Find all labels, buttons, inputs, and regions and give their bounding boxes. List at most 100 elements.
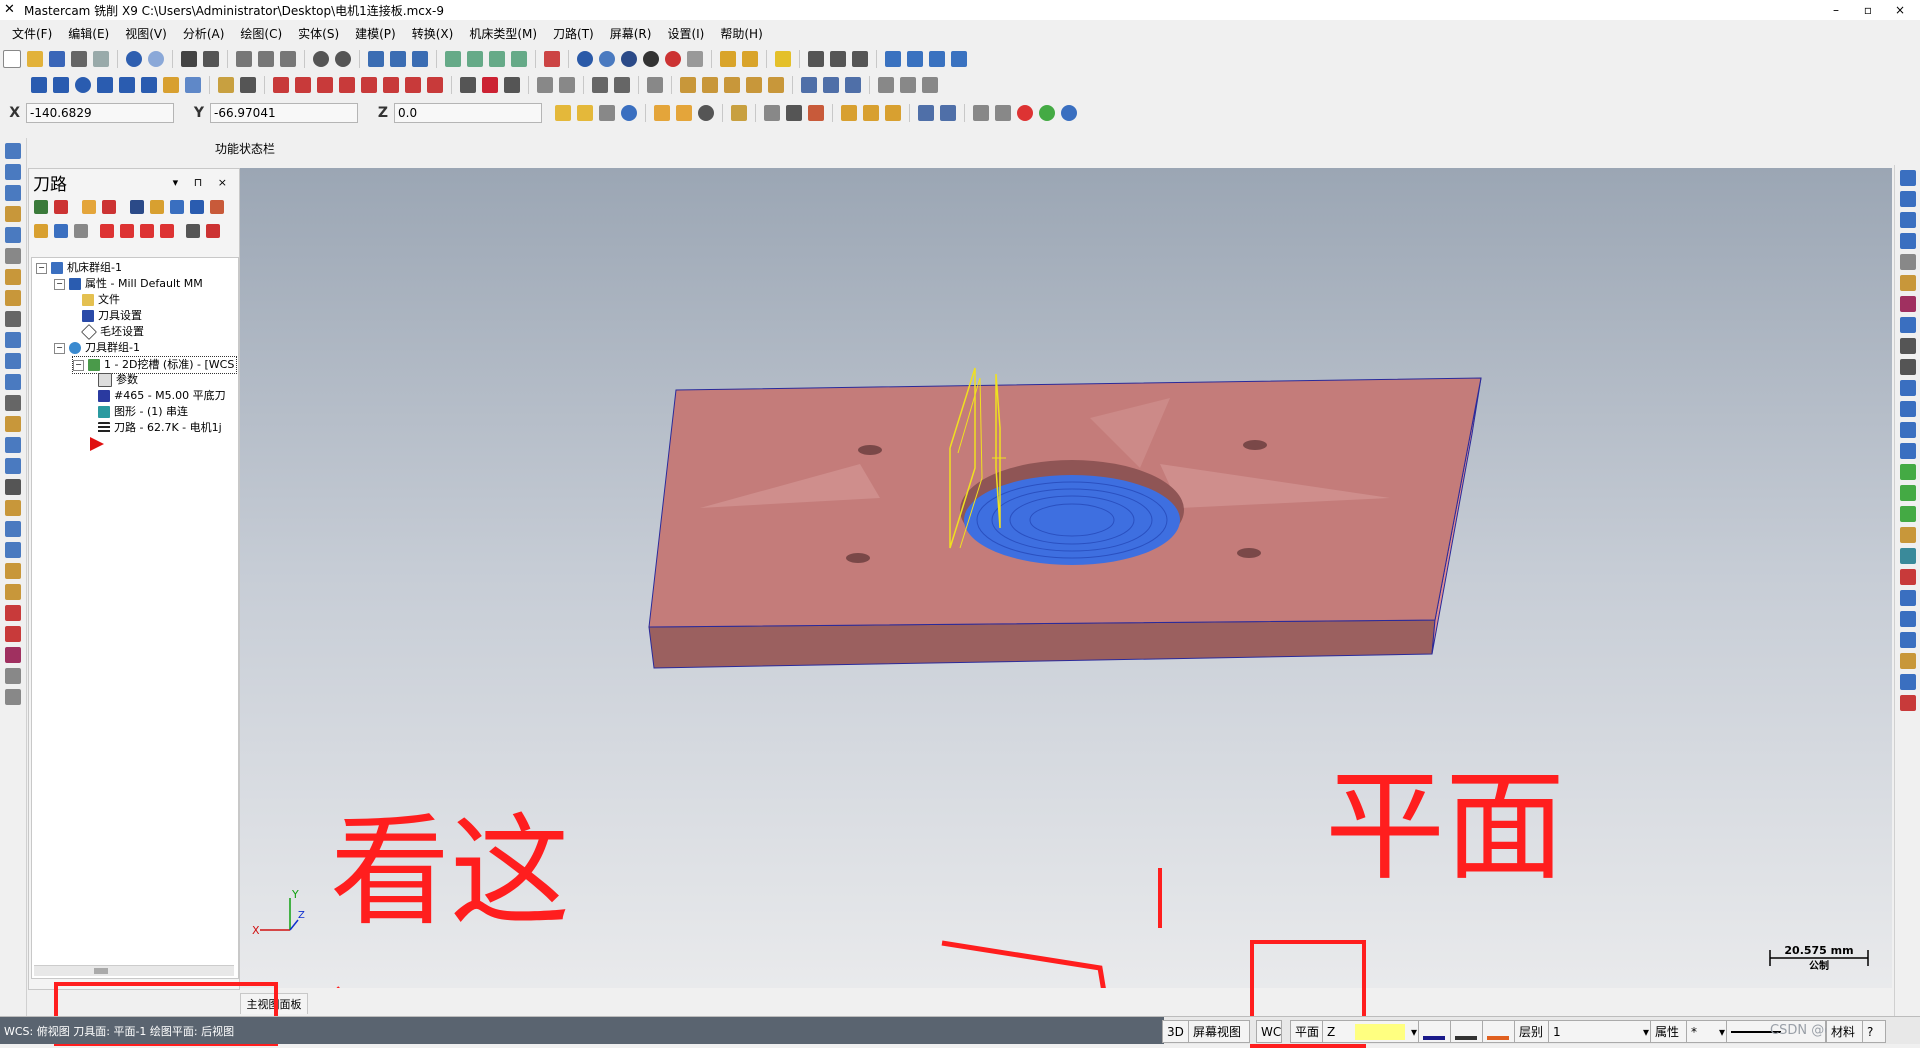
note-icon[interactable]: [504, 77, 520, 93]
menu-solids[interactable]: 实体(S): [298, 25, 339, 42]
xform-translate-icon[interactable]: [273, 77, 289, 93]
shaded-outline-icon[interactable]: [621, 51, 637, 67]
tool-20-icon[interactable]: [5, 542, 21, 558]
help-op-icon[interactable]: [206, 224, 220, 238]
rtool-18-icon[interactable]: [1900, 527, 1916, 543]
measure-icon[interactable]: [559, 77, 575, 93]
repaint-icon[interactable]: [203, 51, 219, 67]
tool-24-icon[interactable]: [5, 626, 21, 642]
tool-23-icon[interactable]: [5, 605, 21, 621]
tool-27-icon[interactable]: [5, 689, 21, 705]
restore-button[interactable]: ▫: [1852, 0, 1884, 20]
xform-rotate-icon[interactable]: [317, 77, 333, 93]
summation-icon[interactable]: [929, 51, 945, 67]
xform-mirror-icon[interactable]: [295, 77, 311, 93]
new-file-icon[interactable]: [3, 50, 21, 68]
redo-icon[interactable]: [148, 51, 164, 67]
rtool-3-icon[interactable]: [1900, 212, 1916, 228]
dimension-icon[interactable]: [460, 77, 476, 93]
rtool-26-icon[interactable]: [1900, 695, 1916, 711]
regenerate-dirty-icon[interactable]: [102, 200, 116, 214]
wireframe-icon[interactable]: [577, 51, 593, 67]
view-right-icon[interactable]: [489, 51, 505, 67]
tree-tool[interactable]: #465 - M5.00 平底刀: [98, 388, 226, 404]
select-last-icon[interactable]: [940, 105, 956, 121]
tool-4-icon[interactable]: [5, 206, 21, 222]
eraser-icon[interactable]: [185, 77, 201, 93]
z-depth-dropdown-icon[interactable]: ▾: [1411, 1025, 1417, 1039]
analyze-entity-icon[interactable]: [720, 51, 736, 67]
z-coordinate-input[interactable]: [394, 103, 542, 123]
rtool-13-icon[interactable]: [1900, 422, 1916, 438]
print-icon[interactable]: [71, 51, 87, 67]
toggle-display-icon[interactable]: [54, 224, 68, 238]
save-icon[interactable]: [49, 51, 65, 67]
extrude-icon[interactable]: [163, 77, 179, 93]
solid-select-face-icon[interactable]: [841, 105, 857, 121]
color-button[interactable]: [1418, 1020, 1454, 1043]
delete-icon[interactable]: [775, 51, 791, 67]
settings-icon[interactable]: [885, 51, 901, 67]
tool-7-icon[interactable]: [5, 269, 21, 285]
zoom-selected-icon[interactable]: [280, 51, 296, 67]
menu-help[interactable]: 帮助(H): [720, 25, 762, 42]
wcs-short-button[interactable]: WC: [1256, 1020, 1282, 1043]
single-op-icon[interactable]: [186, 224, 200, 238]
tool-8-icon[interactable]: [5, 290, 21, 306]
attribute-dropdown-icon[interactable]: ▾: [1719, 1025, 1725, 1039]
mill-toolpath-icon[interactable]: [801, 77, 817, 93]
break-icon[interactable]: [240, 77, 256, 93]
hidden-line-icon[interactable]: [643, 51, 659, 67]
wcs-status[interactable]: WCS: 俯视图 刀具面: 平面-1 绘图平面: 后视图: [0, 1017, 1164, 1044]
insert-arrow[interactable]: [90, 436, 104, 452]
line-icon[interactable]: [53, 77, 69, 93]
info-icon[interactable]: [621, 105, 637, 121]
tree-toolpath[interactable]: 刀路 - 62.7K - 电机1j: [98, 420, 222, 436]
menu-model-prep[interactable]: 建模(P): [355, 25, 396, 42]
chain-options-icon[interactable]: [995, 105, 1011, 121]
scroll-icon[interactable]: [160, 224, 174, 238]
tool-1-icon[interactable]: [5, 143, 21, 159]
rtool-10-icon[interactable]: [1900, 359, 1916, 375]
tool-25-icon[interactable]: [5, 647, 21, 663]
zoom-window-icon[interactable]: [236, 51, 252, 67]
window-select-icon[interactable]: [764, 105, 780, 121]
rtool-2-icon[interactable]: [1900, 191, 1916, 207]
rtool-6-icon[interactable]: [1900, 275, 1916, 291]
rtool-5-icon[interactable]: [1900, 254, 1916, 270]
grid-icon[interactable]: [647, 77, 663, 93]
select-all-ops-icon[interactable]: [34, 200, 48, 214]
solid-fillet-icon[interactable]: [768, 77, 784, 93]
deselect-ops-icon[interactable]: [54, 200, 68, 214]
help-button[interactable]: ?: [1862, 1020, 1886, 1043]
material-button[interactable]: 材料: [1826, 1020, 1866, 1043]
circle-icon[interactable]: [75, 77, 91, 93]
rtool-16-icon[interactable]: [1900, 485, 1916, 501]
xform-offset-icon[interactable]: [361, 77, 377, 93]
horizontal-dim-icon[interactable]: [592, 77, 608, 93]
fast-point-icon[interactable]: [555, 105, 571, 121]
rtool-1-icon[interactable]: [1900, 170, 1916, 186]
select-all-icon[interactable]: [654, 105, 670, 121]
menu-create[interactable]: 绘图(C): [240, 25, 282, 42]
tool-14-icon[interactable]: [5, 416, 21, 432]
tool-10-icon[interactable]: [5, 332, 21, 348]
material-icon[interactable]: [665, 51, 681, 67]
rtool-20-icon[interactable]: [1900, 569, 1916, 585]
print-preview-icon[interactable]: [93, 51, 109, 67]
x-coordinate-input[interactable]: [26, 103, 174, 123]
tree-stock-settings[interactable]: 毛坯设置: [81, 324, 144, 340]
cancel-icon[interactable]: [599, 105, 615, 121]
selection-mode-icon[interactable]: [698, 105, 714, 121]
verify-select-icon[interactable]: [808, 105, 824, 121]
simulate-icon[interactable]: [170, 200, 184, 214]
pointer-icon[interactable]: [786, 105, 802, 121]
solid-sweep-icon[interactable]: [724, 77, 740, 93]
menu-edit[interactable]: 编辑(E): [68, 25, 109, 42]
graphics-viewport[interactable]: X Y Z 20.575 mm 公制 看这 平面: [240, 168, 1892, 988]
help-icon[interactable]: [808, 51, 824, 67]
customize-icon[interactable]: [951, 51, 967, 67]
solid-extrude-icon[interactable]: [680, 77, 696, 93]
tool-2-icon[interactable]: [5, 164, 21, 180]
rtool-7-icon[interactable]: [1900, 296, 1916, 312]
